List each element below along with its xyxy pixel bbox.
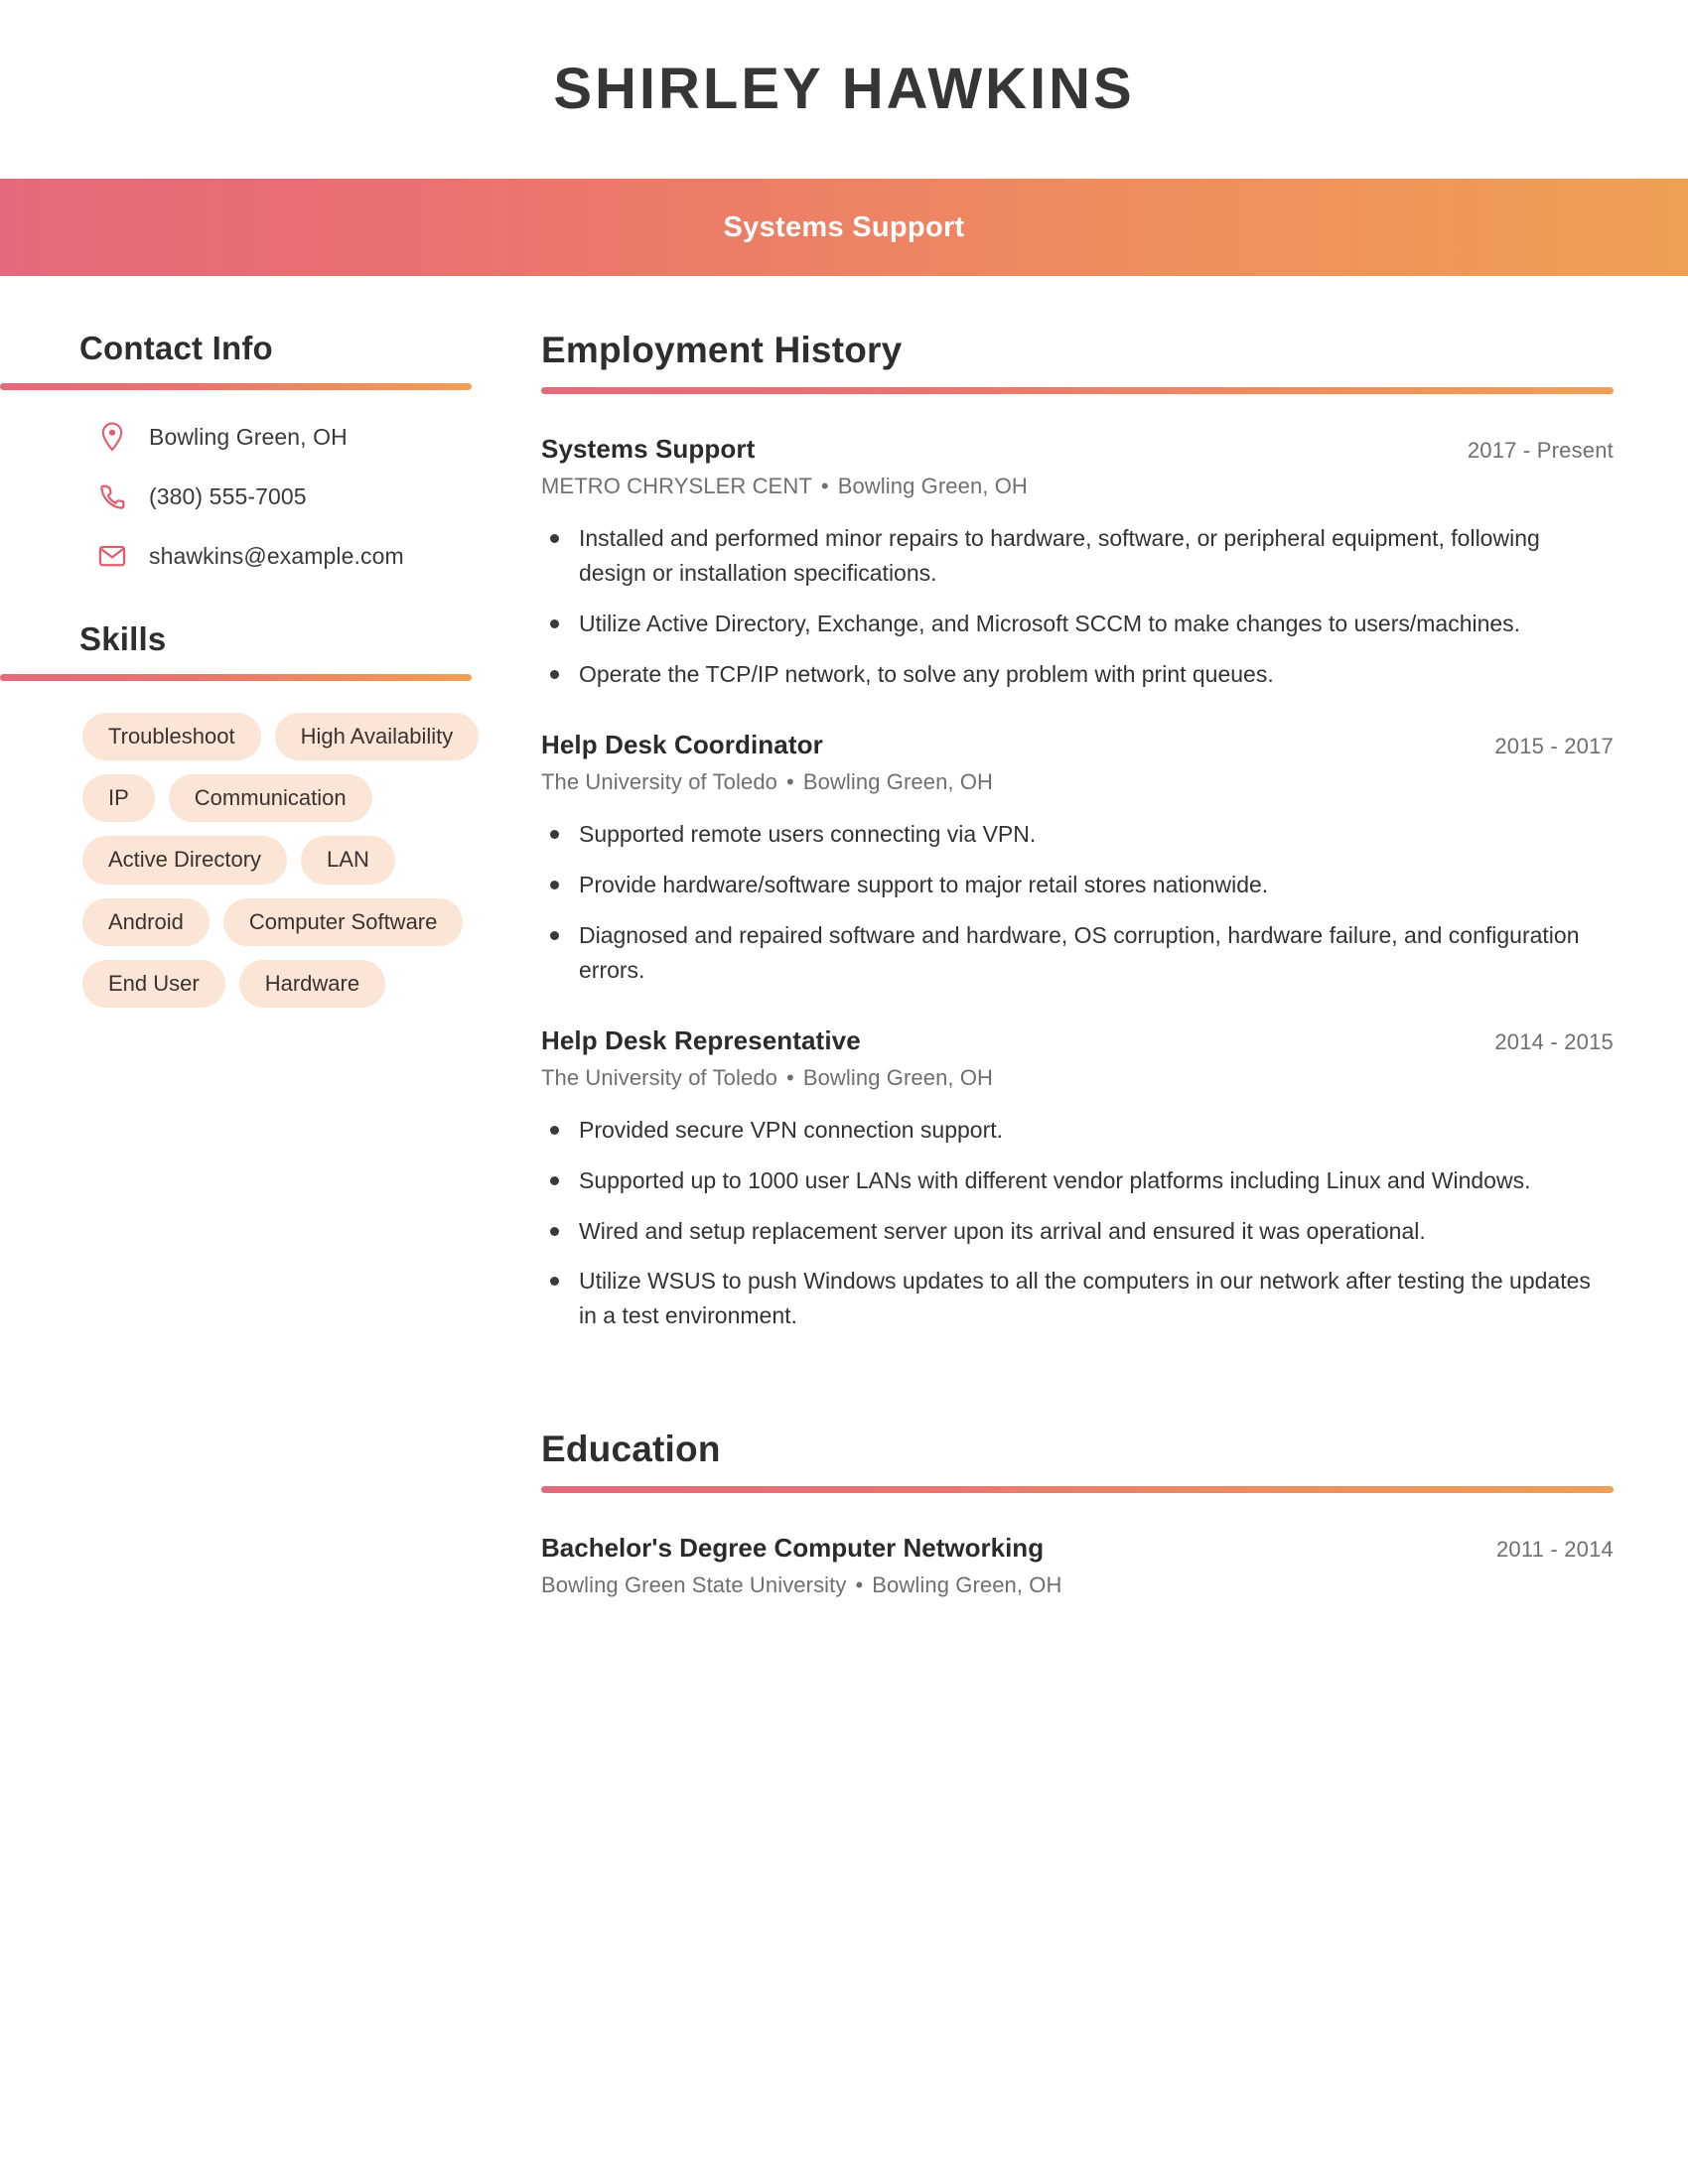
employment-entry: Help Desk Coordinator 2015 - 2017 The Un… <box>541 730 1614 988</box>
resume-body: Contact Info Bowling Green, OH (380) 555… <box>0 276 1688 1618</box>
contact-email-text: shawkins@example.com <box>149 542 404 569</box>
employment-bullet: Diagnosed and repaired software and hard… <box>541 918 1594 988</box>
skills-tag-list: Troubleshoot High Availability IP Commun… <box>79 713 496 1008</box>
skill-tag[interactable]: Hardware <box>238 959 386 1008</box>
contact-phone-text: (380) 555-7005 <box>149 482 307 509</box>
education-section: Education Bachelor's Degree Computer Net… <box>541 1429 1614 1598</box>
skills-heading: Skills <box>79 620 167 657</box>
location-pin-icon <box>97 422 127 452</box>
education-dates: 2011 - 2014 <box>1495 1537 1614 1563</box>
meta-separator-icon: • <box>786 768 794 794</box>
education-entry-header: Bachelor's Degree Computer Networking 20… <box>541 1533 1614 1564</box>
skill-tag[interactable]: Computer Software <box>222 897 464 946</box>
skill-tag[interactable]: LAN <box>301 836 395 885</box>
employment-entry-header: Systems Support 2017 - Present <box>541 434 1614 465</box>
employment-bullet: Installed and performed minor repairs to… <box>541 521 1594 591</box>
employment-location: Bowling Green, OH <box>837 474 1028 498</box>
employment-dates: 2015 - 2017 <box>1494 733 1614 758</box>
contact-item-location[interactable]: Bowling Green, OH <box>79 422 541 452</box>
skill-tag[interactable]: Communication <box>168 774 372 823</box>
skill-tag[interactable]: End User <box>82 959 225 1008</box>
meta-separator-icon: • <box>855 1572 864 1598</box>
sidebar: Contact Info Bowling Green, OH (380) 555… <box>0 330 541 1057</box>
meta-separator-icon: • <box>820 474 829 498</box>
employment-bullet-list: Provided secure VPN connection support. … <box>541 1113 1614 1334</box>
skill-tag[interactable]: Active Directory <box>82 836 288 885</box>
envelope-icon <box>97 541 127 571</box>
education-heading: Education <box>541 1429 721 1470</box>
skill-tag[interactable]: IP <box>82 774 155 823</box>
meta-separator-icon: • <box>786 1064 794 1090</box>
employment-company-location: The University of Toledo • Bowling Green, … <box>541 769 1614 795</box>
skill-tag[interactable]: Android <box>82 897 210 946</box>
employment-bullet: Supported up to 1000 user LANs with diff… <box>541 1163 1594 1198</box>
employment-role: Help Desk Representative <box>541 1024 861 1055</box>
employment-entry: Help Desk Representative 2014 - 2015 The… <box>541 1025 1614 1334</box>
employment-role: Help Desk Coordinator <box>541 729 823 759</box>
employment-location: Bowling Green, OH <box>802 1064 994 1090</box>
employment-company-location: METRO CHRYSLER CENT • Bowling Green, OH <box>541 474 1614 499</box>
resume-header: SHIRLEY HAWKINS <box>0 0 1688 179</box>
employment-dates: 2017 - Present <box>1467 438 1614 463</box>
contact-location-text: Bowling Green, OH <box>149 423 348 450</box>
employment-bullet: Provided secure VPN connection support. <box>541 1113 1594 1148</box>
education-entry: Bachelor's Degree Computer Networking 20… <box>541 1533 1614 1598</box>
employment-entry-header: Help Desk Coordinator 2015 - 2017 <box>541 730 1614 760</box>
contact-info-section: Contact Info Bowling Green, OH (380) 555… <box>0 330 541 571</box>
employment-bullet: Utilize WSUS to push Windows updates to … <box>541 1264 1594 1333</box>
education-location: Bowling Green, OH <box>872 1572 1062 1598</box>
employment-bullet-list: Installed and performed minor repairs to… <box>541 521 1614 692</box>
employment-company: The University of Toledo <box>541 768 777 794</box>
contact-item-phone[interactable]: (380) 555-7005 <box>79 481 541 511</box>
job-title-banner-text: Systems Support <box>723 210 965 243</box>
employment-dates: 2014 - 2015 <box>1494 1028 1614 1054</box>
employment-company: METRO CHRYSLER CENT <box>541 474 812 498</box>
employment-company: The University of Toledo <box>541 1064 777 1090</box>
employment-history-section: Employment History Systems Support 2017 … <box>541 330 1614 1333</box>
job-title-banner: Systems Support <box>0 179 1688 276</box>
employment-company-location: The University of Toledo • Bowling Green, … <box>541 1065 1614 1091</box>
employment-bullet: Wired and setup replacement server upon … <box>541 1214 1594 1249</box>
contact-info-heading: Contact Info <box>79 330 273 366</box>
skill-tag[interactable]: High Availability <box>274 713 480 761</box>
skills-divider <box>0 674 472 681</box>
contact-list: Bowling Green, OH (380) 555-7005 shawkin… <box>79 422 541 571</box>
skill-tag[interactable]: Troubleshoot <box>82 713 261 761</box>
employment-entry-header: Help Desk Representative 2014 - 2015 <box>541 1025 1614 1056</box>
education-degree: Bachelor's Degree Computer Networking <box>541 1533 1045 1564</box>
employment-history-divider <box>541 387 1614 394</box>
education-divider <box>541 1486 1614 1494</box>
employment-location: Bowling Green, OH <box>802 768 994 794</box>
contact-item-email[interactable]: shawkins@example.com <box>79 541 541 571</box>
main-content: Employment History Systems Support 2017 … <box>541 330 1688 1618</box>
employment-bullet: Utilize Active Directory, Exchange, and … <box>541 607 1594 641</box>
education-school: Bowling Green State University <box>541 1572 847 1598</box>
employment-bullet: Operate the TCP/IP network, to solve any… <box>541 657 1594 692</box>
skills-section: Skills Troubleshoot High Availability IP… <box>0 620 541 1008</box>
employment-history-heading: Employment History <box>541 330 903 370</box>
employment-bullet: Provide hardware/software support to maj… <box>541 868 1594 902</box>
education-school-location: Bowling Green State University • Bowling G… <box>541 1572 1614 1598</box>
employment-bullet-list: Supported remote users connecting via VP… <box>541 817 1614 988</box>
employment-bullet: Supported remote users connecting via VP… <box>541 817 1594 852</box>
phone-icon <box>97 481 127 511</box>
employment-role: Systems Support <box>541 434 756 464</box>
employment-entry: Systems Support 2017 - Present METRO CHR… <box>541 434 1614 692</box>
contact-info-divider <box>0 383 472 390</box>
page-title: SHIRLEY HAWKINS <box>553 57 1135 121</box>
